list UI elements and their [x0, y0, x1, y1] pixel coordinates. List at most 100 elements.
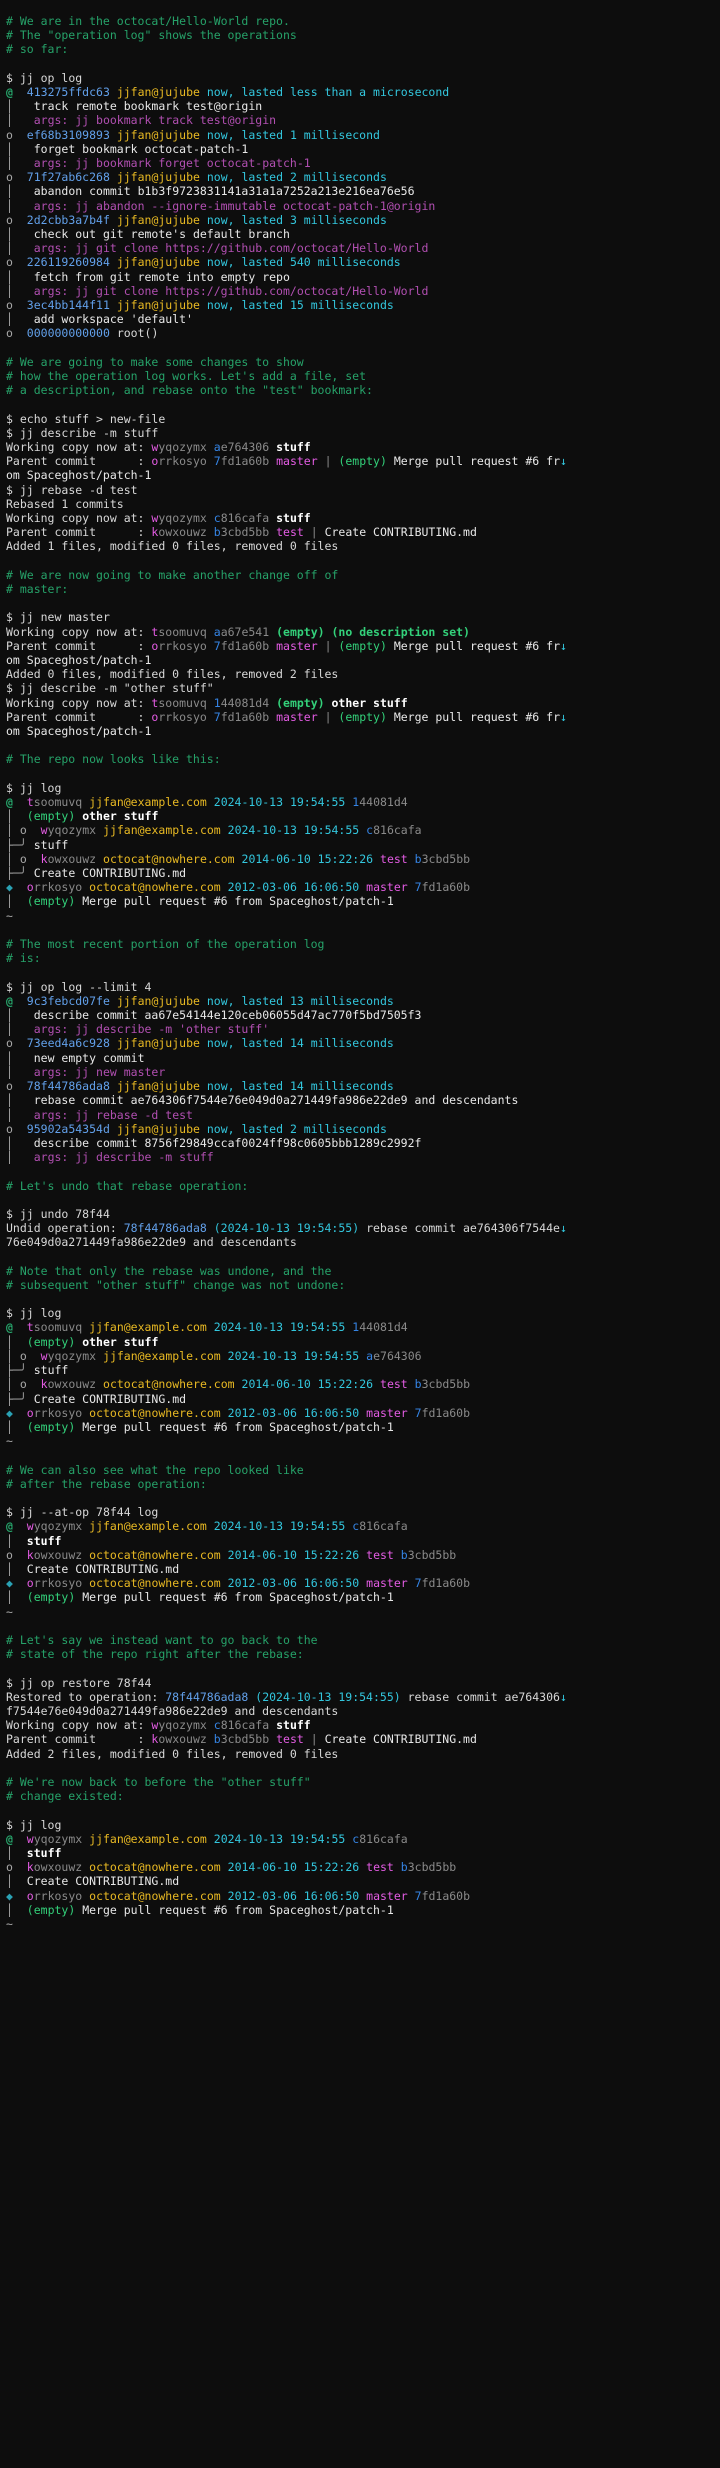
log-commit-description: ├─╯ Create CONTRIBUTING.md [6, 1391, 187, 1406]
comment-line: # subsequent "other stuff" change was no… [6, 1277, 346, 1292]
op-log-entry: @ 413275ffdc63 jjfan@jujube now, lasted … [6, 85, 450, 99]
working-copy-line: Working copy now at: wyqozymx c816cafa s… [6, 511, 311, 526]
log-commit-description: │ (empty) Merge pull request #6 from Spa… [6, 894, 394, 909]
log-commit-header: o kowxouwz octocat@nowhere.com 2014-06-1… [6, 1860, 457, 1875]
log-commit-description: │ (empty) other stuff [6, 1334, 159, 1349]
op-log-description: │ add workspace 'default' [6, 312, 193, 327]
parent-commit-line: Parent commit : orrkosyo 7fd1a60b master… [6, 454, 567, 469]
op-log-entry: o 78f44786ada8 jjfan@jujube now, lasted … [6, 1079, 394, 1094]
parent-commit-wrap: om Spaceghost/patch-1 [6, 653, 152, 668]
shell-command: $ jj log [6, 1306, 62, 1321]
op-log-entry: o ef68b3109893 jjfan@jujube now, lasted … [6, 127, 380, 142]
log-commit-description: │ stuff [6, 1533, 62, 1548]
shell-command: $ jj log [6, 1817, 62, 1832]
log-commit-header: │ o wyqozymx jjfan@example.com 2024-10-1… [6, 823, 422, 838]
rebase-stats: Added 1 files, modified 0 files, removed… [6, 539, 339, 554]
undid-operation-wrap: 76e049d0a271449fa986e22de9 and descendan… [6, 1235, 297, 1250]
op-log-entry: o 000000000000 root() [6, 326, 159, 341]
restored-operation-line: Restored to operation: 78f44786ada8 (202… [6, 1689, 567, 1704]
comment-line: # We are in the octocat/Hello-World repo… [6, 14, 290, 28]
op-log-args: │ args: jj bookmark forget octocat-patch… [6, 156, 311, 171]
comment-line: # Let's undo that rebase operation: [6, 1178, 249, 1193]
comment-line: # after the rebase operation: [6, 1476, 207, 1491]
comment-line: # Let's say we instead want to go back t… [6, 1632, 318, 1647]
op-log-args: │ args: jj git clone https://github.com/… [6, 283, 429, 298]
op-log-description: │ describe commit aa67e54144e120ceb06055… [6, 1008, 422, 1023]
comment-line: # how the operation log works. Let's add… [6, 369, 367, 384]
working-copy-line: Working copy now at: wyqozymx ae764306 s… [6, 440, 311, 455]
log-commit-description: ├─╯ Create CONTRIBUTING.md [6, 866, 187, 881]
comment-line: # We are now going to make another chang… [6, 567, 339, 582]
log-commit-description: │ Create CONTRIBUTING.md [6, 1874, 180, 1889]
shell-command: $ jj describe -m "other stuff" [6, 681, 214, 696]
log-commit-description: │ (empty) other stuff [6, 809, 159, 824]
log-commit-description: │ stuff [6, 1845, 62, 1860]
shell-command: $ jj log [6, 780, 62, 795]
op-log-args: │ args: jj describe -m 'other stuff' [6, 1022, 270, 1037]
restore-stats: Added 2 files, modified 0 files, removed… [6, 1746, 339, 1761]
parent-commit-line: Parent commit : orrkosyo 7fd1a60b master… [6, 638, 567, 653]
log-elided-marker: ~ [6, 1916, 13, 1931]
log-commit-header: ◆ orrkosyo octocat@nowhere.com 2012-03-0… [6, 1405, 471, 1420]
op-log-description: │ check out git remote's default branch [6, 227, 290, 242]
log-commit-description: │ Create CONTRIBUTING.md [6, 1561, 180, 1576]
parent-commit-line: Parent commit : kowxouwz b3cbd5bb test |… [6, 1732, 477, 1747]
working-copy-line: Working copy now at: tsoomuvq 144081d4 (… [6, 695, 408, 710]
shell-command: $ echo stuff > new-file [6, 411, 166, 426]
log-commit-header: ◆ orrkosyo octocat@nowhere.com 2012-03-0… [6, 1888, 471, 1903]
log-elided-marker: ~ [6, 908, 13, 923]
restored-operation-wrap: f7544e76e049d0a271449fa986e22de9 and des… [6, 1703, 339, 1718]
op-log-args: │ args: jj new master [6, 1064, 166, 1079]
log-commit-header: @ tsoomuvq jjfan@example.com 2024-10-13 … [6, 795, 408, 810]
comment-line: # so far: [6, 42, 69, 57]
comment-line: # Note that only the rebase was undone, … [6, 1263, 332, 1278]
log-commit-header: │ o kowxouwz octocat@nowhere.com 2014-06… [6, 1377, 471, 1392]
op-log-description: │ forget bookmark octocat-patch-1 [6, 141, 249, 156]
op-log-description: │ abandon commit b1b3f9723831141a31a1a72… [6, 184, 415, 199]
comment-line: # The "operation log" shows the operatio… [6, 28, 297, 43]
op-log-description: │ fetch from git remote into empty repo [6, 269, 290, 284]
shell-command: $ jj undo 78f44 [6, 1206, 110, 1221]
working-copy-line: Working copy now at: tsoomuvq aa67e541 (… [6, 624, 470, 639]
working-copy-line: Working copy now at: wyqozymx c816cafa s… [6, 1718, 311, 1733]
parent-commit-line: Parent commit : orrkosyo 7fd1a60b master… [6, 709, 567, 724]
shell-command: $ jj --at-op 78f44 log [6, 1505, 159, 1520]
log-commit-description: ├─╯ stuff [6, 837, 69, 852]
terminal-screen[interactable]: # We are in the octocat/Hello-World repo… [0, 0, 720, 2468]
op-log-description: │ new empty commit [6, 1050, 145, 1065]
comment-line: # We're now back to before the "other st… [6, 1774, 311, 1789]
log-commit-header: @ tsoomuvq jjfan@example.com 2024-10-13 … [6, 1320, 408, 1335]
log-commit-description: ├─╯ stuff [6, 1363, 69, 1378]
op-log-entry: o 73eed4a6c928 jjfan@jujube now, lasted … [6, 1036, 394, 1051]
parent-commit-wrap: om Spaceghost/patch-1 [6, 724, 152, 739]
op-log-description: │ describe commit 8756f29849ccaf0024ff98… [6, 1135, 422, 1150]
comment-line: # The repo now looks like this: [6, 752, 221, 767]
new-stats: Added 0 files, modified 0 files, removed… [6, 667, 339, 682]
op-log-description: │ track remote bookmark test@origin [6, 99, 263, 114]
op-log-args: │ args: jj abandon --ignore-immutable oc… [6, 198, 436, 213]
undid-operation-line: Undid operation: 78f44786ada8 (2024-10-1… [6, 1221, 567, 1236]
comment-line: # change existed: [6, 1789, 124, 1804]
op-log-description: │ rebase commit ae764306f7544e76e049d0a2… [6, 1093, 519, 1108]
op-log-entry: o 71f27ab6c268 jjfan@jujube now, lasted … [6, 170, 387, 185]
comment-line: # We can also see what the repo looked l… [6, 1462, 304, 1477]
op-log-args: │ args: jj git clone https://github.com/… [6, 241, 429, 256]
shell-command: $ jj op restore 78f44 [6, 1675, 152, 1690]
log-commit-header: │ o wyqozymx jjfan@example.com 2024-10-1… [6, 1348, 422, 1363]
shell-command: $ jj op log [6, 70, 83, 85]
comment-line: # The most recent portion of the operati… [6, 937, 325, 952]
